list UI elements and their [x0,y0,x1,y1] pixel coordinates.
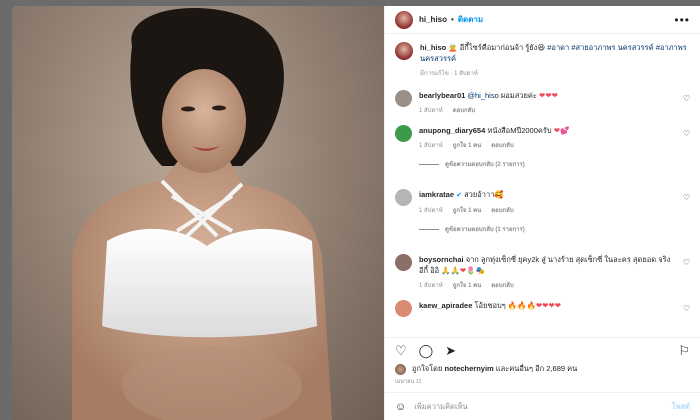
comment-text: anupong_diary654 หนังสือMปี2000ครับ ❤💕 [419,125,672,136]
likes-text: ถูกใจโดย notechernyim และคนอื่นๆ อีก 2,6… [412,363,577,375]
comment-likes[interactable]: ถูกใจ 1 คน [453,205,482,215]
comment-username[interactable]: boysornchai [419,255,464,264]
replies-divider [419,228,439,230]
comment-body: สวยอ้าาา🥰 [464,190,504,199]
comment-like-heart-icon[interactable]: ♡ [683,304,690,313]
reply-button[interactable]: ตอบกลับ [491,140,513,150]
comment-like-heart-icon[interactable]: ♡ [683,193,690,202]
comment-text: boysornchai จาก ลูกทุ่งเซ็กซี่ ยุคy2k สู… [419,254,672,276]
comment-username[interactable]: anupong_diary654 [419,126,485,135]
caption-username[interactable]: hi_hiso [420,43,446,52]
comment-meta: 1 สัปดาห์ ตอบกลับ [419,105,672,115]
more-horizontal-icon[interactable]: ••• [674,13,690,27]
comment-time: 1 สัปดาห์ [419,283,443,289]
comment-text: kaew_apiradee โอ้ยชอบๆ 🔥🔥🔥❤❤❤❤ [419,300,672,311]
comment-item: iamkratae ✔ สวยอ้าาา🥰 1 สัปดาห์ ถูกใจ 1 … [395,189,690,244]
comments-list[interactable]: hi_hiso 🧝 อีกี้ไซร์คือมาก่อนจ้า รู้ยัง😆 … [385,34,700,337]
comment-meta: 1 สัปดาห์ ถูกใจ 1 คน ตอบกลับ [419,140,672,150]
add-comment-bar: ☺ เพิ่มความคิดเห็น โพสต์ [385,392,700,420]
post-caption: hi_hiso 🧝 อีกี้ไซร์คือมาก่อนจ้า รู้ยัง😆 … [395,42,690,78]
comment-like-heart-icon[interactable]: ♡ [683,94,690,103]
bookmark-icon[interactable]: ⚐ [678,344,690,357]
post-date: เมษายน 11 [395,379,422,385]
reply-button[interactable]: ตอบกลับ [491,205,513,215]
likes-summary[interactable]: ถูกใจโดย notechernyim และคนอื่นๆ อีก 2,6… [385,363,700,375]
caption-text: hi_hiso 🧝 อีกี้ไซร์คือมาก่อนจ้า รู้ยัง😆 … [420,42,690,64]
view-replies-button[interactable]: ดูข้อความตอบกลับ (1 รายการ) [419,224,672,234]
liker-avatar [395,363,406,375]
heart-icon[interactable]: ♡ [395,344,407,357]
commenter-avatar[interactable] [395,254,412,271]
comment-emojis: ❤💕 [553,126,570,135]
comment-emojis: ❤❤❤ [539,91,558,100]
post-modal: hi_hiso • ติดตาม ••• hi_hiso 🧝 อีกี้ไซร์… [12,6,700,420]
commenter-avatar[interactable] [395,189,412,206]
comment-emojis: 🙏🙏❤🌷🎭 [441,266,485,275]
comment-meta: 1 สัปดาห์ ถูกใจ 1 คน ตอบกลับ [419,205,672,215]
comment-time: 1 สัปดาห์ [419,143,443,149]
comment-emojis: 🔥🔥🔥❤❤❤❤ [507,301,562,310]
likes-user[interactable]: notechernyim [445,364,494,373]
paper-plane-icon[interactable]: ➤ [445,344,456,357]
comment-icon[interactable]: ◯ [419,344,434,357]
comment-likes[interactable]: ถูกใจ 1 คน [453,140,482,150]
post-photo[interactable] [12,6,384,420]
likes-prefix: ถูกใจโดย [412,364,445,373]
comment-text: iamkratae ✔ สวยอ้าาา🥰 [419,189,672,201]
comment-meta: 1 สัปดาห์ ถูกใจ 1 คน ตอบกลับ [419,280,672,290]
comment-time: 1 สัปดาห์ [419,208,443,214]
comment-item: anupong_diary654 หนังสือMปี2000ครับ ❤💕 1… [395,125,690,179]
post-header: hi_hiso • ติดตาม ••• [385,6,700,34]
follow-button[interactable]: ติดตาม [458,13,483,26]
commenter-avatar[interactable] [395,125,412,142]
reply-button[interactable]: ตอบกลับ [491,280,513,290]
caption-meta-text: มีการแก้ไข · 1 สัปดาห์ [420,71,478,77]
reply-button[interactable]: ตอบกลับ [453,105,475,115]
photo-illustration [72,8,332,420]
caption-body: 🧝 อีกี้ไซร์คือมาก่อนจ้า รู้ยัง😆 [448,43,546,52]
post-side-panel: hi_hiso • ติดตาม ••• hi_hiso 🧝 อีกี้ไซร์… [384,6,700,420]
view-replies-label[interactable]: ดูข้อความตอบกลับ (2 รายการ) [445,159,525,169]
comment-username[interactable]: iamkratae [419,190,454,199]
replies-divider [419,163,439,165]
view-replies-button[interactable]: ดูข้อความตอบกลับ (2 รายการ) [419,159,672,169]
verified-badge-icon: ✔ [456,192,462,199]
comment-text: bearlybear01 @hi_hiso ผอมสวยค่ะ ❤❤❤ [419,90,672,101]
comment-body: ผอมสวยค่ะ [498,91,537,100]
author-username[interactable]: hi_hiso [419,15,447,24]
comment-likes[interactable]: ถูกใจ 1 คน [453,280,482,290]
commenter-avatar[interactable] [395,90,412,107]
separator-dot: • [451,15,454,24]
post-comment-button[interactable]: โพสต์ [672,401,690,413]
caption-avatar[interactable] [395,42,413,60]
comment-body: โอ้ยชอบๆ [474,301,506,310]
post-actions-bar: ♡ ◯ ➤ ⚐ [385,337,700,363]
author-avatar[interactable] [395,10,413,29]
smiley-icon[interactable]: ☺ [395,401,406,413]
comment-username[interactable]: kaew_apiradee [419,301,472,310]
comment-like-heart-icon[interactable]: ♡ [683,129,690,138]
comment-mention[interactable]: @hi_hiso [467,91,498,100]
likes-suffix: และคนอื่นๆ อีก 2,689 คน [493,364,578,373]
comment-body: หนังสือMปี2000ครับ [487,126,552,135]
comment-like-heart-icon[interactable]: ♡ [683,258,690,267]
comment-item: kaew_apiradee โอ้ยชอบๆ 🔥🔥🔥❤❤❤❤ ♡ [395,300,690,317]
comment-item: bearlybear01 @hi_hiso ผอมสวยค่ะ ❤❤❤ 1 สั… [395,90,690,115]
comment-time: 1 สัปดาห์ [419,108,443,114]
comment-username[interactable]: bearlybear01 [419,91,465,100]
view-replies-label[interactable]: ดูข้อความตอบกลับ (1 รายการ) [445,224,525,234]
commenter-avatar[interactable] [395,300,412,317]
caption-meta: มีการแก้ไข · 1 สัปดาห์ [420,68,690,78]
comment-input[interactable]: เพิ่มความคิดเห็น [414,401,663,413]
comment-item: boysornchai จาก ลูกทุ่งเซ็กซี่ ยุคy2k สู… [395,254,690,290]
